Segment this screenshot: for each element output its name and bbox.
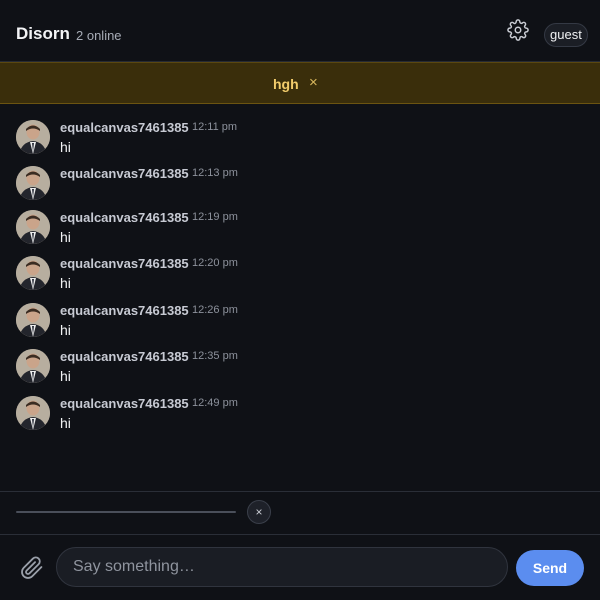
user-avatar[interactable] [16,349,50,383]
user-avatar[interactable] [16,303,50,337]
gear-icon [507,19,529,41]
message-author[interactable]: equalcanvas7461385 [60,256,189,271]
user-avatar[interactable] [16,120,50,154]
avatar-image [16,349,50,383]
app-title: Disorn [16,24,70,43]
message-input[interactable] [56,547,508,587]
user-avatar[interactable] [16,256,50,290]
avatar-image [16,120,50,154]
message-item: equalcanvas7461385 12:19 pm hi [0,210,600,256]
message-item: equalcanvas7461385 12:13 pm [0,166,600,212]
message-list: equalcanvas7461385 12:11 pm hi equalcanvas7… [0,104,600,490]
avatar-image [16,396,50,430]
message-text: hi [60,322,71,338]
upload-progress-bar [16,511,236,513]
user-avatar[interactable] [16,396,50,430]
message-author[interactable]: equalcanvas7461385 [60,210,189,225]
message-timestamp: 12:11 pm [192,121,238,133]
message-item: equalcanvas7461385 12:11 pm hi [0,120,600,166]
message-text: hi [60,275,71,291]
cancel-upload-button[interactable]: × [247,500,271,524]
message-author[interactable]: equalcanvas7461385 [60,396,189,411]
message-item: equalcanvas7461385 12:49 pm hi [0,396,600,442]
message-text: hi [60,368,71,384]
message-item: equalcanvas7461385 12:26 pm hi [0,303,600,349]
message-text: hi [60,415,71,431]
divider [0,491,600,492]
user-avatar[interactable] [16,166,50,200]
online-count: 2 online [76,28,122,43]
message-timestamp: 12:20 pm [192,257,238,269]
avatar-image [16,210,50,244]
avatar-image [16,303,50,337]
banner-text: hgh [273,76,299,92]
user-avatar[interactable] [16,210,50,244]
announcement-banner: hgh × [0,62,600,104]
message-text: hi [60,139,71,155]
message-item: equalcanvas7461385 12:20 pm hi [0,256,600,302]
header: Disorn 2 online guest [0,0,600,62]
message-author[interactable]: equalcanvas7461385 [60,120,189,135]
send-button[interactable]: Send [516,550,584,586]
divider [0,534,600,535]
message-timestamp: 12:49 pm [192,397,238,409]
banner-close-button[interactable]: × [309,74,318,91]
settings-button[interactable] [506,18,530,42]
attach-button[interactable] [20,556,44,580]
message-timestamp: 12:26 pm [192,304,238,316]
avatar-image [16,256,50,290]
message-author[interactable]: equalcanvas7461385 [60,349,189,364]
message-item: equalcanvas7461385 12:35 pm hi [0,349,600,395]
message-text: hi [60,229,71,245]
message-timestamp: 12:35 pm [192,350,238,362]
chat-app: Disorn 2 online guest hgh × equalcanvas7… [0,0,600,600]
message-author[interactable]: equalcanvas7461385 [60,303,189,318]
user-chip[interactable]: guest [544,23,588,47]
message-timestamp: 12:13 pm [192,167,238,179]
message-timestamp: 12:19 pm [192,211,238,223]
avatar-image [16,166,50,200]
message-author[interactable]: equalcanvas7461385 [60,166,189,181]
paperclip-icon [21,556,43,579]
